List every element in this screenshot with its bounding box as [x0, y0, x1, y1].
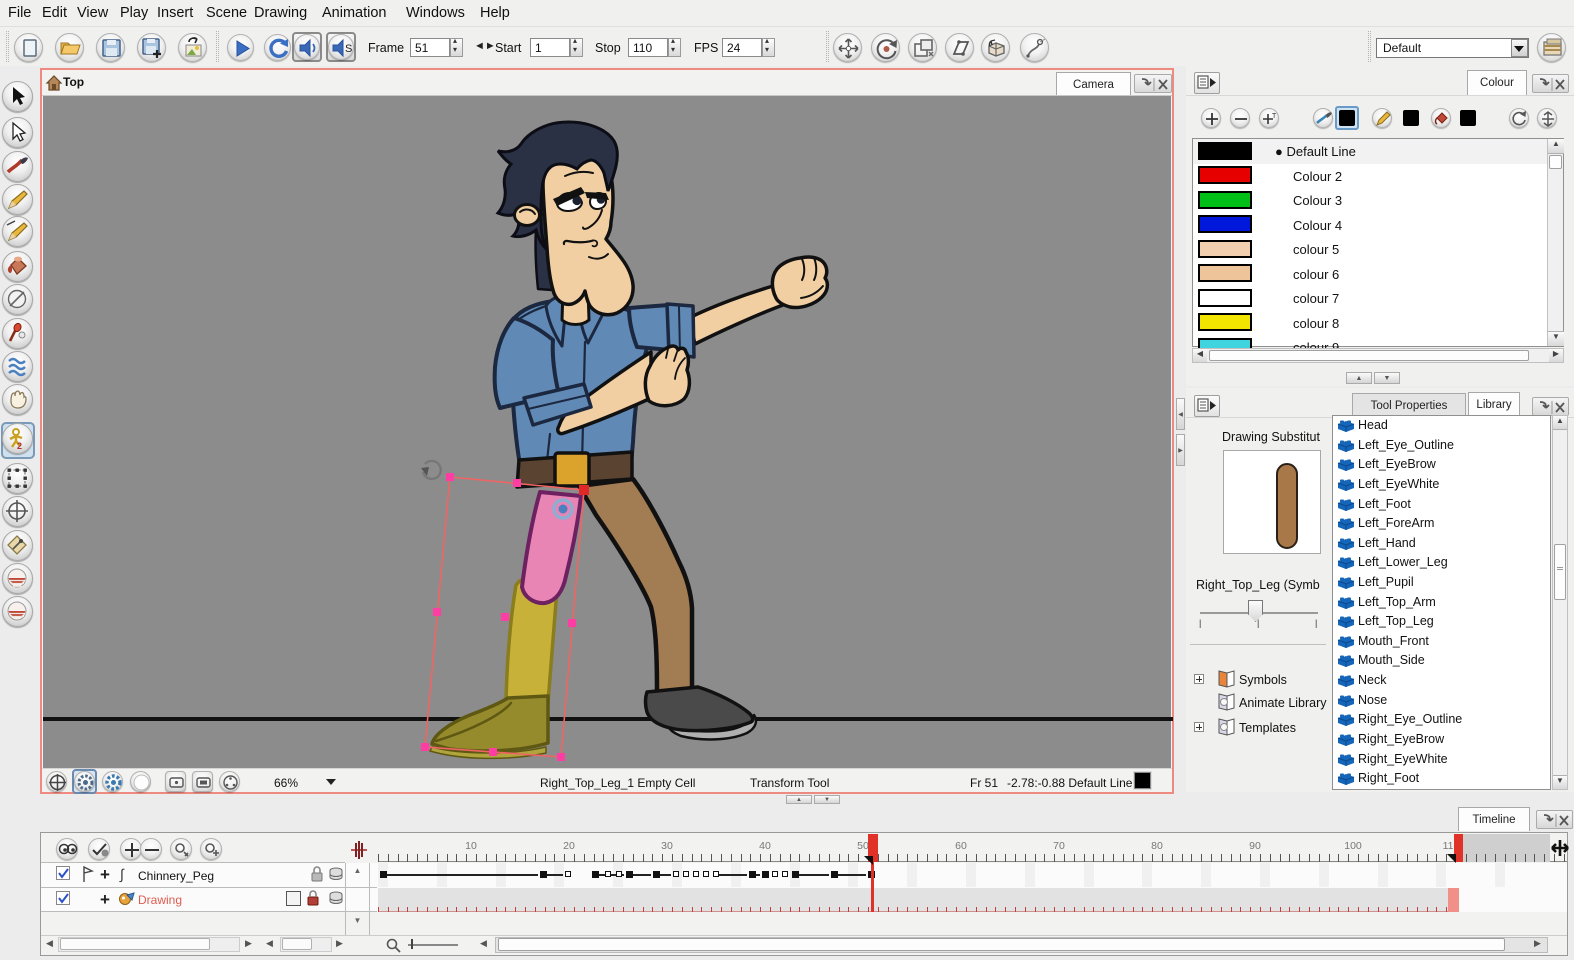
- svg-text:2: 2: [17, 441, 22, 451]
- svg-text:T: T: [1272, 113, 1277, 120]
- svg-text:S: S: [345, 43, 352, 55]
